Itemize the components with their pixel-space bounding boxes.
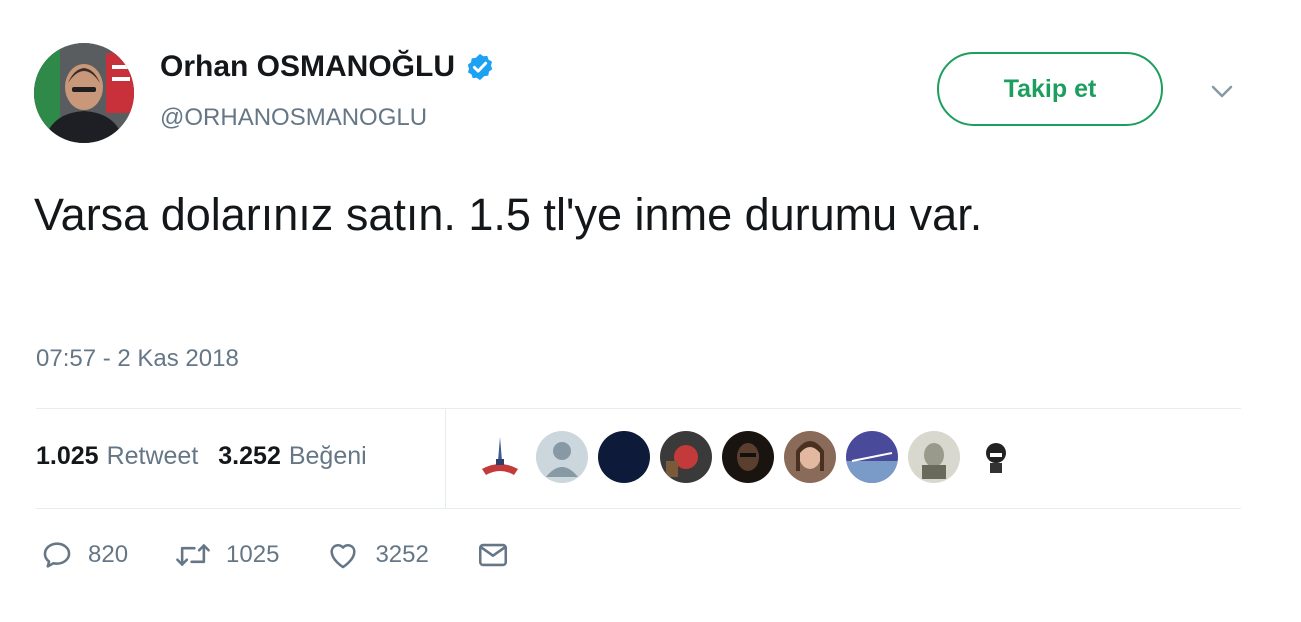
display-name[interactable]: Orhan OSMANOĞLU [160,50,495,84]
envelope-icon [475,538,511,572]
follow-button[interactable]: Takip et [937,52,1163,126]
divider [36,508,1241,509]
reply-button[interactable]: 820 [40,538,128,572]
direct-message-button[interactable] [475,538,511,572]
retweet-stat[interactable]: 1.025 Retweet [36,442,198,471]
user-handle[interactable]: @ORHANOSMANOGLU [160,104,427,132]
heart-icon [325,538,361,572]
liker-avatar[interactable] [722,431,774,483]
reply-icon [40,538,74,572]
retweet-icon [174,538,212,572]
divider [36,408,1241,409]
like-button[interactable]: 3252 [325,538,429,572]
tweet-card: Orhan OSMANOĞLU @ORHANOSMANOGLU Takip et… [0,0,1301,622]
verified-badge-icon [465,52,495,82]
timestamp[interactable]: 07:57 - 2 Kas 2018 [36,345,239,373]
retweet-button[interactable]: 1025 [174,538,279,572]
like-count: 3252 [375,541,429,568]
tweet-actions: 820 1025 3252 [40,538,557,572]
liker-avatars [474,431,1032,483]
liker-avatar[interactable] [908,431,960,483]
liker-avatar[interactable] [598,431,650,483]
tweet-stats: 1.025 Retweet 3.252 Beğeni [36,442,387,471]
divider [445,408,446,508]
like-stat-label: Beğeni [288,442,367,470]
chevron-down-icon[interactable] [1207,80,1237,104]
retweet-stat-label: Retweet [106,442,199,470]
retweet-count: 1025 [226,541,280,568]
liker-avatar[interactable] [784,431,836,483]
display-name-text[interactable]: Orhan OSMANOĞLU [160,50,455,84]
liker-avatar[interactable] [536,431,588,483]
like-stat-count: 3.252 [218,442,281,470]
liker-avatar[interactable] [474,431,526,483]
liker-avatar[interactable] [660,431,712,483]
reply-count: 820 [88,541,129,568]
liker-avatar[interactable] [846,431,898,483]
avatar[interactable] [34,43,134,143]
retweet-stat-count: 1.025 [36,442,99,470]
liker-avatar[interactable] [970,431,1022,483]
like-stat[interactable]: 3.252 Beğeni [218,442,366,471]
tweet-text: Varsa dolarınız satın. 1.5 tl'ye inme du… [34,189,983,240]
